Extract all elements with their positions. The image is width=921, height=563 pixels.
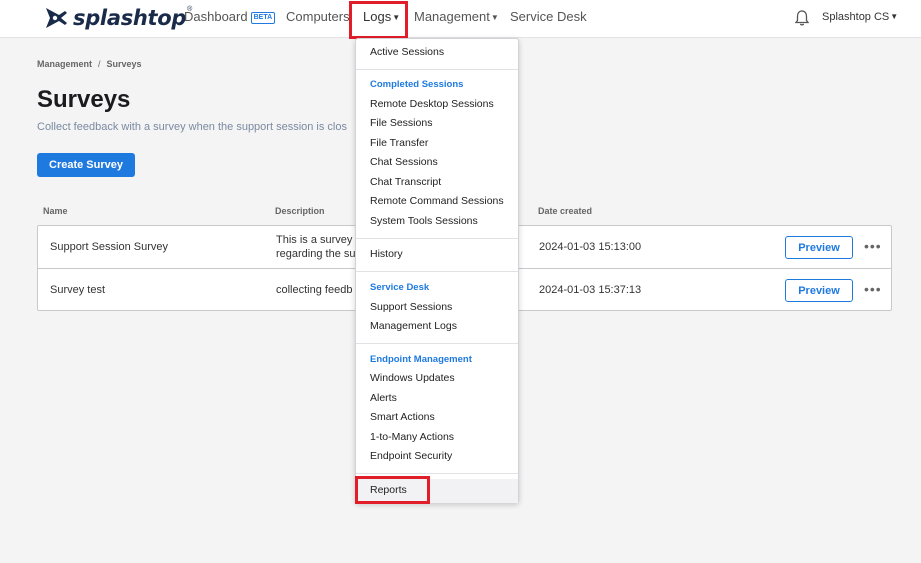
column-header-description: Description bbox=[275, 206, 325, 216]
menu-item-active-sessions[interactable]: Active Sessions bbox=[370, 46, 444, 58]
menu-item-file-transfer[interactable]: File Transfer bbox=[370, 137, 428, 149]
nav-dashboard[interactable]: Dashboard BETA bbox=[184, 9, 276, 24]
menu-item-endpoint-security[interactable]: Endpoint Security bbox=[370, 450, 452, 462]
menu-header-completed-sessions: Completed Sessions bbox=[370, 79, 464, 90]
chevron-down-icon: ▼ bbox=[490, 13, 499, 22]
menu-divider bbox=[356, 343, 518, 344]
create-survey-button[interactable]: Create Survey bbox=[37, 153, 135, 177]
menu-item-alerts[interactable]: Alerts bbox=[370, 392, 397, 404]
more-options-icon[interactable]: ••• bbox=[864, 281, 882, 297]
account-menu[interactable]: Splashtop CS▼ bbox=[822, 11, 898, 23]
column-header-date: Date created bbox=[538, 206, 593, 216]
preview-button[interactable]: Preview bbox=[785, 236, 853, 259]
menu-divider bbox=[356, 238, 518, 239]
page-subtitle: Collect feedback with a survey when the … bbox=[37, 121, 347, 133]
survey-name: Support Session Survey bbox=[50, 241, 169, 253]
splashtop-logo-icon bbox=[46, 8, 67, 28]
brand-name: splashtop bbox=[73, 6, 187, 30]
breadcrumb-surveys: Surveys bbox=[106, 59, 142, 69]
menu-item-management-logs[interactable]: Management Logs bbox=[370, 320, 457, 332]
menu-item-system-tools-sessions[interactable]: System Tools Sessions bbox=[370, 215, 478, 227]
page-title: Surveys bbox=[37, 86, 131, 113]
survey-date: 2024-01-03 15:13:00 bbox=[539, 241, 642, 253]
menu-item-remote-desktop-sessions[interactable]: Remote Desktop Sessions bbox=[370, 98, 494, 110]
menu-item-chat-transcript[interactable]: Chat Transcript bbox=[370, 176, 441, 188]
chevron-down-icon: ▼ bbox=[890, 12, 899, 21]
preview-button[interactable]: Preview bbox=[785, 279, 853, 302]
splashtop-logo[interactable]: splashtop ® bbox=[42, 4, 192, 32]
menu-item-history[interactable]: History bbox=[370, 248, 403, 260]
survey-name: Survey test bbox=[50, 284, 106, 296]
menu-header-endpoint-management: Endpoint Management bbox=[370, 354, 472, 365]
menu-item-smart-actions[interactable]: Smart Actions bbox=[370, 411, 435, 423]
menu-item-chat-sessions[interactable]: Chat Sessions bbox=[370, 156, 438, 168]
menu-item-remote-command-sessions[interactable]: Remote Command Sessions bbox=[370, 195, 504, 207]
nav-management-label: Management bbox=[414, 9, 490, 24]
menu-header-service-desk: Service Desk bbox=[370, 282, 430, 293]
breadcrumb: Management / Surveys bbox=[37, 59, 142, 69]
reports-highlight-box bbox=[355, 476, 430, 504]
nav-computers[interactable]: Computers bbox=[286, 9, 350, 24]
breadcrumb-management[interactable]: Management bbox=[37, 59, 92, 69]
logs-highlight-box bbox=[349, 1, 408, 39]
menu-divider bbox=[356, 271, 518, 272]
account-name: Splashtop CS bbox=[822, 11, 890, 23]
beta-badge: BETA bbox=[250, 12, 276, 24]
menu-item-windows-updates[interactable]: Windows Updates bbox=[370, 372, 455, 384]
more-options-icon[interactable]: ••• bbox=[864, 238, 882, 254]
nav-service-desk[interactable]: Service Desk bbox=[510, 9, 587, 24]
survey-description: collecting feedb bbox=[276, 284, 353, 296]
survey-description: This is a survey regarding the su bbox=[276, 234, 356, 260]
menu-item-1-to-many-actions[interactable]: 1-to-Many Actions bbox=[370, 431, 454, 443]
nav-management[interactable]: Management▼ bbox=[414, 9, 499, 24]
menu-item-support-sessions[interactable]: Support Sessions bbox=[370, 301, 452, 313]
nav-dashboard-label: Dashboard bbox=[184, 9, 248, 24]
top-navigation-bar: splashtop ® Dashboard BETA Computers Logs▼… bbox=[0, 0, 921, 38]
menu-item-file-sessions[interactable]: File Sessions bbox=[370, 117, 432, 129]
column-header-name: Name bbox=[43, 206, 68, 216]
bell-icon[interactable] bbox=[793, 9, 811, 27]
menu-divider bbox=[356, 473, 518, 474]
logs-dropdown-menu: Active Sessions Completed Sessions Remot… bbox=[355, 38, 519, 503]
survey-date: 2024-01-03 15:37:13 bbox=[539, 284, 642, 296]
menu-divider bbox=[356, 69, 518, 70]
